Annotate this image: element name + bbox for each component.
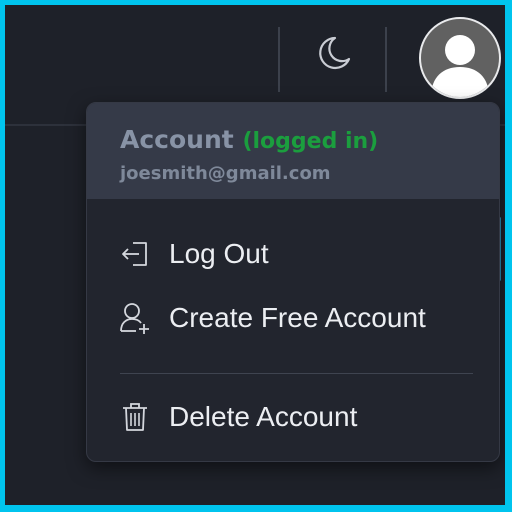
app-window: Account (logged in) joesmith@gmail.com L… bbox=[5, 5, 505, 505]
account-dropdown-menu: Account (logged in) joesmith@gmail.com L… bbox=[86, 102, 500, 462]
delete-account-menu-item[interactable]: Delete Account bbox=[87, 391, 499, 443]
theme-toggle-button[interactable] bbox=[311, 31, 355, 75]
user-avatar-button[interactable] bbox=[419, 17, 501, 99]
login-status: (logged in) bbox=[242, 129, 379, 154]
account-header: Account (logged in) joesmith@gmail.com bbox=[87, 103, 499, 199]
trash-icon bbox=[117, 399, 153, 435]
create-account-label: Create Free Account bbox=[169, 302, 426, 333]
toolbar-divider bbox=[278, 27, 280, 92]
delete-account-label: Delete Account bbox=[169, 401, 358, 432]
logout-icon bbox=[117, 236, 153, 272]
add-user-icon bbox=[117, 300, 153, 336]
user-avatar-icon bbox=[431, 35, 489, 97]
logout-menu-item[interactable]: Log Out bbox=[87, 228, 499, 280]
account-title: Account bbox=[120, 125, 234, 154]
create-account-menu-item[interactable]: Create Free Account bbox=[87, 292, 499, 344]
account-email: joesmith@gmail.com bbox=[120, 163, 331, 184]
menu-separator bbox=[120, 373, 473, 374]
logout-label: Log Out bbox=[169, 238, 269, 269]
moon-icon bbox=[319, 36, 351, 70]
toolbar-divider bbox=[385, 27, 387, 92]
